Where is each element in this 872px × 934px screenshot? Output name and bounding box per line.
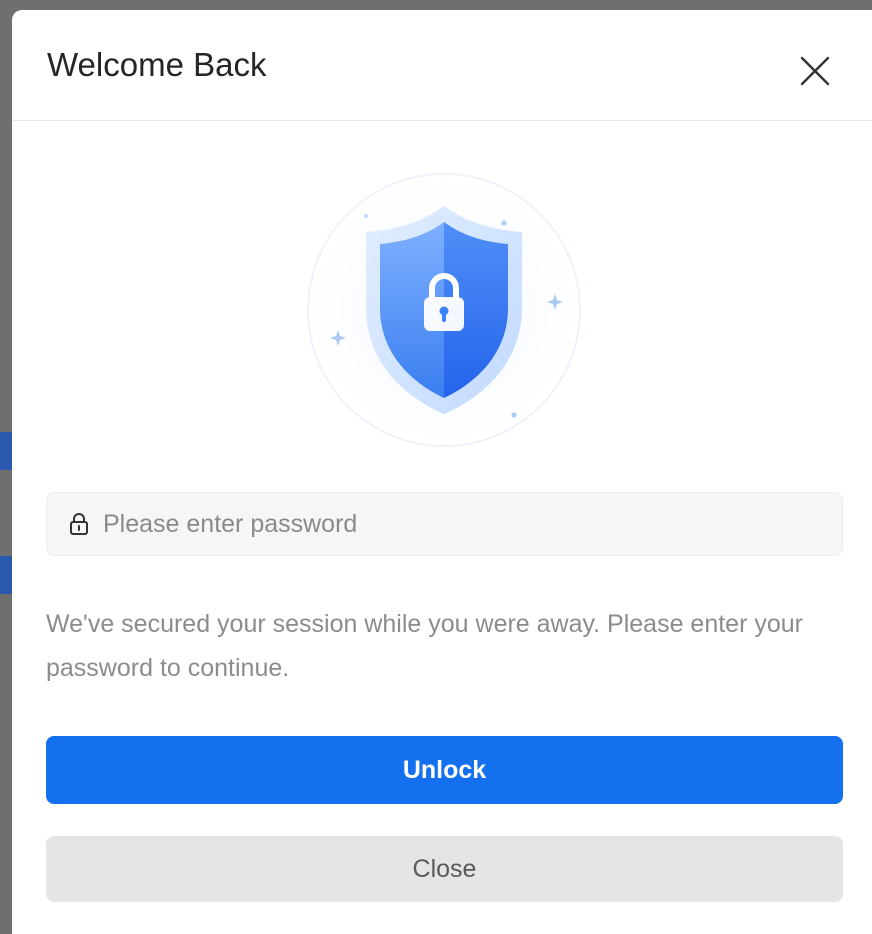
- lock-message: We've secured your session while you wer…: [46, 610, 803, 682]
- unlock-button[interactable]: Unlock: [46, 736, 843, 804]
- close-button[interactable]: Close: [46, 836, 843, 902]
- background-app-edge: [0, 556, 12, 594]
- dialog-header: Welcome Back: [12, 10, 872, 121]
- lock-screen-dialog: Welcome Back We've secured your session …: [12, 10, 872, 934]
- shield-lock-icon: [307, 173, 581, 447]
- close-x-icon[interactable]: [798, 54, 832, 88]
- background-app-edge: [0, 432, 12, 470]
- password-input[interactable]: [103, 509, 803, 539]
- dialog-title: Welcome Back: [47, 46, 267, 83]
- lock-icon: [70, 513, 88, 535]
- password-field[interactable]: [46, 492, 843, 556]
